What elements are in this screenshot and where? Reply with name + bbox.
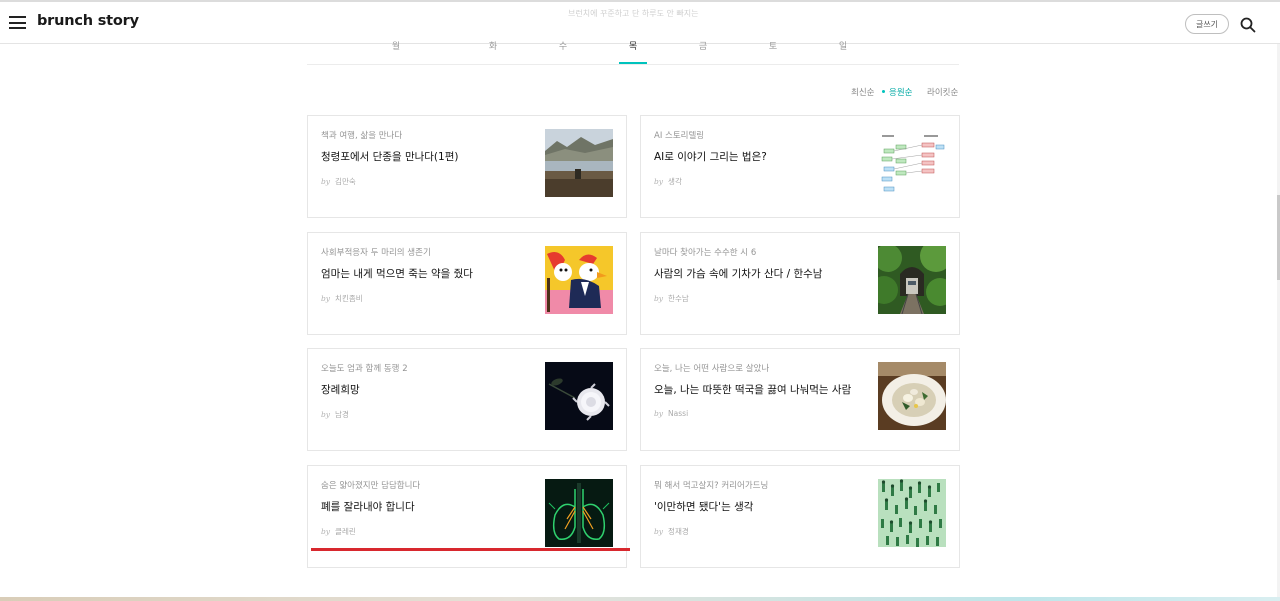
- author-name[interactable]: Nassi: [668, 409, 688, 418]
- rooster-illustration-thumbnail[interactable]: [545, 246, 613, 314]
- article-title[interactable]: 오늘, 나는 따뜻한 떡국을 끓여 나눠먹는 사람: [654, 382, 851, 397]
- author-line: by 클레린: [321, 526, 356, 537]
- search-icon[interactable]: [1240, 17, 1256, 33]
- tab-mon[interactable]: 월: [382, 43, 410, 64]
- author-line: by 정재경: [654, 526, 689, 537]
- soup-bowl-thumbnail[interactable]: [878, 362, 946, 430]
- by-label: by: [321, 527, 331, 536]
- magazine-name: 책과 여행, 삶을 만나다: [321, 131, 403, 141]
- magazine-name: 오늘, 나는 어떤 사람으로 살았나: [654, 364, 770, 374]
- tab-wed[interactable]: 수: [549, 43, 577, 64]
- tab-tue[interactable]: 화: [479, 43, 507, 64]
- article-card[interactable]: 오늘, 나는 어떤 사람으로 살았나 오늘, 나는 따뜻한 떡국을 끓여 나눠먹…: [640, 348, 960, 451]
- by-label: by: [654, 527, 664, 536]
- chrysanthemum-thumbnail[interactable]: [545, 362, 613, 430]
- by-label: by: [321, 177, 331, 186]
- author-name[interactable]: 한수남: [668, 294, 689, 303]
- by-label: by: [654, 177, 664, 186]
- author-name[interactable]: 정재경: [668, 527, 689, 536]
- author-line: by 생각: [654, 176, 682, 187]
- article-title[interactable]: 사람의 가슴 속에 기차가 산다 / 한수남: [654, 266, 822, 281]
- by-label: by: [654, 409, 664, 418]
- lungs-illustration-thumbnail[interactable]: [545, 479, 613, 547]
- write-button[interactable]: 글쓰기: [1185, 14, 1229, 34]
- weekday-tabs: 월 화 수 목 금 토 일: [307, 43, 959, 65]
- article-card[interactable]: 책과 여행, 삶을 만나다 청령포에서 단종을 만나다(1편) by 김만숙: [307, 115, 627, 218]
- magazine-name: 뭐 해서 먹고살지? 커리어가드닝: [654, 481, 769, 491]
- author-name[interactable]: 남경: [335, 410, 349, 419]
- article-card[interactable]: 숨은 얇아졌지만 담담합니다 폐를 잘라내야 합니다 by 클레린: [307, 465, 627, 568]
- magazine-name: AI 스토리텔링: [654, 131, 705, 141]
- crowd-pattern-thumbnail[interactable]: [878, 479, 946, 547]
- article-card[interactable]: 뭐 해서 먹고살지? 커리어가드닝 '이만하면 됐다'는 생각 by 정재경: [640, 465, 960, 568]
- tab-sat[interactable]: 토: [759, 43, 787, 64]
- by-label: by: [321, 410, 331, 419]
- brunch-logo[interactable]: brunch story: [37, 13, 139, 29]
- magazine-name: 오늘도 엄과 함께 동행 2: [321, 364, 408, 374]
- tab-sun[interactable]: 일: [829, 43, 857, 64]
- header-faded-text: 브런치에 꾸준하고 단 하루도 안 빠지는: [568, 9, 699, 18]
- article-title[interactable]: '이만하면 됐다'는 생각: [654, 499, 753, 514]
- sort-active-dot: [882, 90, 885, 93]
- menu-icon[interactable]: [9, 16, 26, 29]
- article-title[interactable]: 폐를 잘라내야 합니다: [321, 499, 415, 514]
- tab-fri[interactable]: 금: [689, 43, 717, 64]
- article-title[interactable]: 엄마는 내게 먹으면 죽는 약을 줬다: [321, 266, 473, 281]
- highlight-underline: [311, 548, 630, 551]
- author-line: by 치킨좀비: [321, 293, 363, 304]
- article-title[interactable]: 청령포에서 단종을 만나다(1편): [321, 149, 458, 164]
- top-header: brunch story 브런치에 꾸준하고 단 하루도 안 빠지는 글쓰기: [0, 2, 1280, 44]
- flowchart-diagram-thumbnail[interactable]: [878, 129, 946, 197]
- magazine-name: 날마다 찾아가는 수수한 시 6: [654, 248, 757, 258]
- riverside-landscape-thumbnail[interactable]: [545, 129, 613, 197]
- author-line: by 김만숙: [321, 176, 356, 187]
- article-title[interactable]: AI로 이야기 그리는 법은?: [654, 149, 767, 164]
- article-card[interactable]: 오늘도 엄과 함께 동행 2 장례희망 by 남경: [307, 348, 627, 451]
- magazine-name: 숨은 얇아졌지만 담담합니다: [321, 481, 421, 491]
- sort-likeit[interactable]: 라이킷순: [927, 86, 958, 98]
- author-line: by 한수남: [654, 293, 689, 304]
- author-name[interactable]: 생각: [668, 177, 682, 186]
- forest-train-thumbnail[interactable]: [878, 246, 946, 314]
- sort-latest[interactable]: 최신순: [851, 86, 874, 98]
- author-line: by 남경: [321, 409, 349, 420]
- tab-thu[interactable]: 목: [619, 43, 647, 64]
- sort-cheer[interactable]: 응원순: [889, 86, 912, 98]
- author-line: by Nassi: [654, 409, 688, 418]
- by-label: by: [321, 294, 331, 303]
- magazine-name: 사회부적응자 두 마리의 생존기: [321, 248, 431, 258]
- author-name[interactable]: 김만숙: [335, 177, 356, 186]
- by-label: by: [654, 294, 664, 303]
- article-card[interactable]: AI 스토리텔링 AI로 이야기 그리는 법은? by 생각: [640, 115, 960, 218]
- article-card[interactable]: 사회부적응자 두 마리의 생존기 엄마는 내게 먹으면 죽는 약을 줬다 by 치…: [307, 232, 627, 335]
- author-name[interactable]: 치킨좀비: [335, 294, 363, 303]
- bottom-gradient-bar: [0, 597, 1280, 601]
- article-title[interactable]: 장례희망: [321, 382, 360, 397]
- article-card[interactable]: 날마다 찾아가는 수수한 시 6 사람의 가슴 속에 기차가 산다 / 한수남 …: [640, 232, 960, 335]
- author-name[interactable]: 클레린: [335, 527, 356, 536]
